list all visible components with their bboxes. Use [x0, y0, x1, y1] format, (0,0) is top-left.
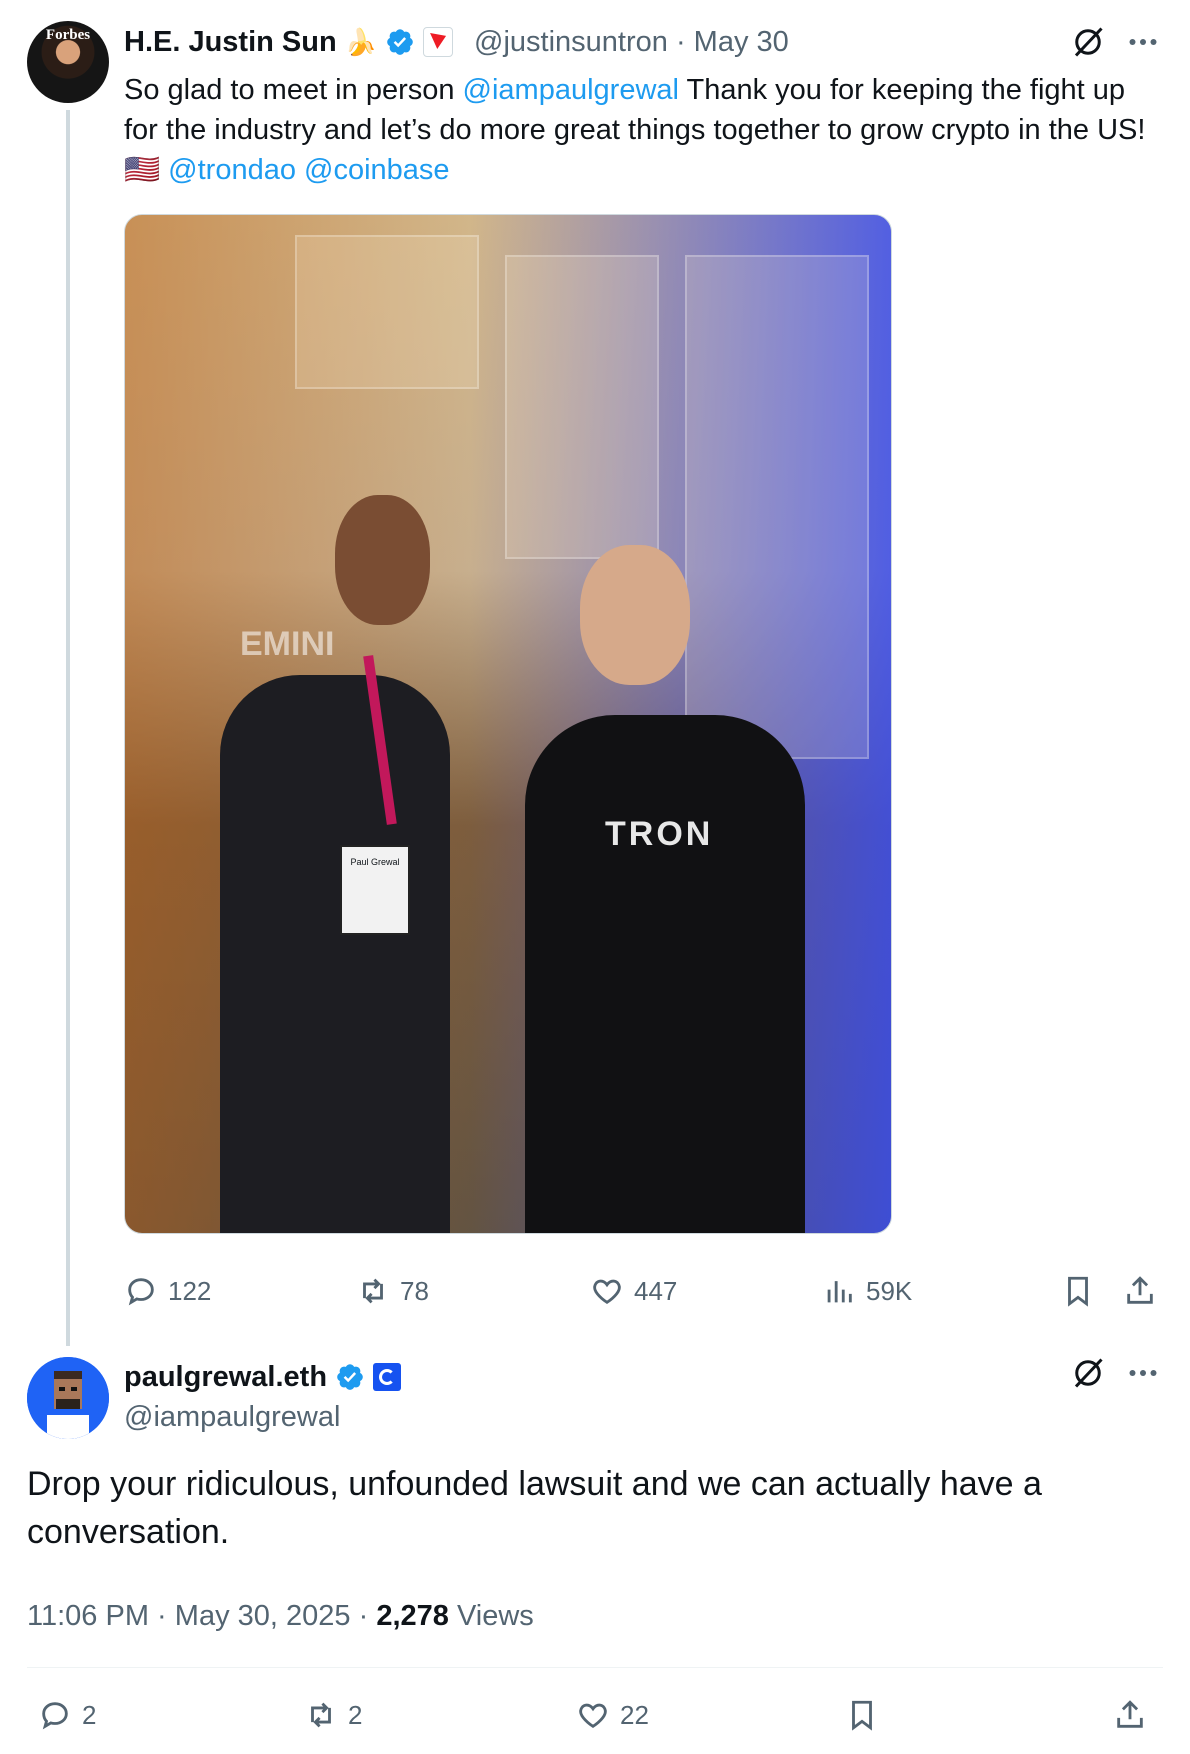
tron-affiliate-badge-icon[interactable] [423, 27, 454, 57]
tweet2-views-count: 2,278 [376, 1600, 449, 1632]
retweet-icon [311, 1702, 331, 1728]
thread-line [66, 110, 70, 1346]
share-icon[interactable] [1123, 1274, 1157, 1308]
tweet1-photo[interactable]: EMINI Paul Grewal TRON [124, 214, 892, 1234]
reply-icon [42, 1702, 68, 1730]
heart-icon [579, 1703, 607, 1729]
tweet2-handle[interactable]: @iampaulgrewal [124, 1398, 340, 1436]
wall-panel [505, 255, 659, 559]
wall-panel [295, 235, 479, 389]
verified-badge-icon [387, 29, 413, 55]
like-count: 447 [634, 1275, 678, 1306]
us-flag-emoji: 🇺🇸 [124, 154, 169, 186]
tweet1-author[interactable]: H.E. Justin Sun 🍌 [124, 23, 454, 61]
reply-icon [128, 1278, 154, 1306]
mention-iampaulgrewal[interactable]: @iampaulgrewal [463, 74, 679, 106]
reply-button[interactable]: 122 [124, 1274, 211, 1308]
divider [27, 1667, 1163, 1668]
person-paul-grewal-head [335, 495, 430, 625]
like-count: 22 [620, 1699, 649, 1730]
avatar-paulgrewal[interactable] [27, 1357, 109, 1439]
grok-icon[interactable] [1070, 24, 1106, 60]
avatar-forbes-label: Forbes [45, 27, 91, 43]
separator: · [675, 26, 686, 58]
heart-icon [593, 1279, 621, 1305]
retweet-count: 2 [348, 1699, 363, 1730]
avatar-justin-sun[interactable]: Forbes [27, 21, 109, 103]
coinbase-affiliate-badge-icon[interactable] [373, 1363, 402, 1391]
tweet1-handle-date: @justinsuntron · May 30 [474, 23, 789, 61]
retweet-button[interactable]: 78 [356, 1274, 429, 1308]
retweet-count: 78 [400, 1275, 429, 1306]
more-options-icon[interactable] [1125, 24, 1161, 60]
more-options-icon[interactable] [1125, 1355, 1161, 1391]
tweet2-time[interactable]: 11:06 PM [27, 1600, 149, 1632]
tweet1-text: So glad to meet in person @iampaulgrewal… [124, 70, 1164, 190]
background-sign: EMINI [240, 625, 335, 663]
mention-coinbase[interactable]: @coinbase [304, 154, 450, 186]
reply-count: 2 [82, 1699, 97, 1730]
conference-badge: Paul Grewal [340, 845, 410, 935]
bookmark-icon[interactable] [845, 1698, 879, 1732]
like-button[interactable]: 22 [576, 1698, 649, 1732]
text-segment [296, 154, 304, 186]
person-justin-sun-head [580, 545, 690, 685]
shirt-logo: TRON [605, 815, 714, 853]
views-count: 59K [866, 1275, 913, 1306]
like-button[interactable]: 447 [590, 1274, 677, 1308]
bookmark-icon[interactable] [1061, 1274, 1095, 1308]
views-analytics-icon [827, 1281, 852, 1303]
person-justin-sun [525, 715, 805, 1233]
text-segment: So glad to meet in person [124, 74, 463, 106]
tweet1-date[interactable]: May 30 [694, 26, 789, 58]
tweet2-display-name[interactable]: paulgrewal.eth [124, 1358, 327, 1396]
verified-badge-icon [337, 1364, 363, 1390]
tweet2-author[interactable]: paulgrewal.eth [124, 1358, 402, 1396]
mention-trondao[interactable]: @trondao [168, 154, 296, 186]
grok-icon[interactable] [1070, 1355, 1106, 1391]
views-button[interactable]: 59K [822, 1274, 912, 1308]
tweet2-meta: 11:06 PM · May 30, 2025 · 2,278 Views [27, 1596, 534, 1636]
reply-count: 122 [168, 1275, 212, 1306]
tweet2-views-label: Views [456, 1600, 534, 1632]
separator: · [157, 1600, 167, 1632]
person-paul-grewal [220, 675, 450, 1233]
banana-emoji: 🍌 [344, 27, 378, 57]
wall-panel [685, 255, 869, 759]
separator: · [358, 1600, 369, 1632]
tweet1-handle[interactable]: @justinsuntron [474, 26, 668, 58]
share-icon[interactable] [1113, 1698, 1147, 1732]
retweet-icon [363, 1278, 383, 1304]
tweet1-display-name[interactable]: H.E. Justin Sun [124, 23, 337, 61]
tweet2-date[interactable]: May 30, 2025 [175, 1600, 351, 1632]
tweet2-text: Drop your ridiculous, unfounded lawsuit … [27, 1465, 1042, 1551]
pixel-avatar-icon [27, 1357, 109, 1439]
reply-button[interactable]: 2 [38, 1698, 96, 1732]
retweet-button[interactable]: 2 [304, 1698, 362, 1732]
